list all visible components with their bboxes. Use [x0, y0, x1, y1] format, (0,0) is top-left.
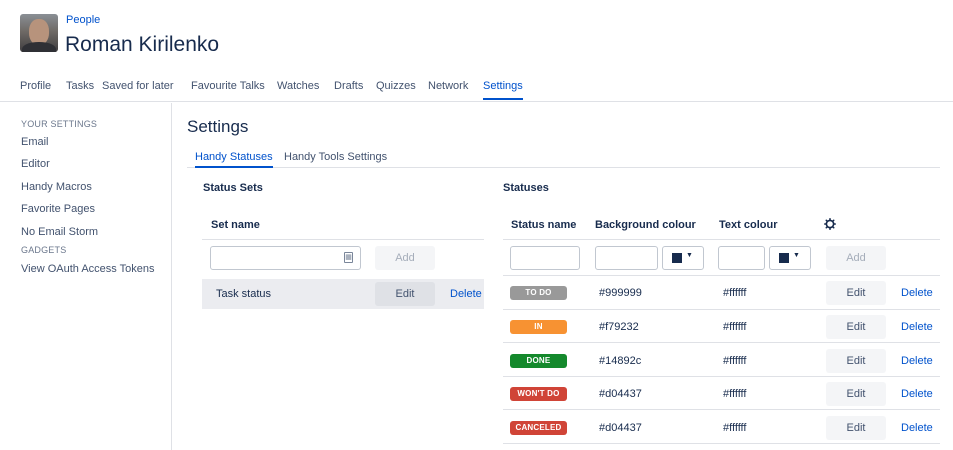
sidebar-item-favorite-pages[interactable]: Favorite Pages [21, 203, 95, 215]
background-colour-value: #d04437 [599, 422, 642, 434]
status-lozenge-todo: TO DO [510, 286, 567, 300]
divider [503, 239, 940, 240]
text-colour-value: #ffffff [723, 422, 747, 434]
text-colour-column: Text colour [719, 219, 778, 231]
edit-status-button[interactable]: Edit [826, 281, 886, 305]
gear-icon[interactable] [824, 218, 836, 230]
profile-nav: Profile Tasks Saved for later Favourite … [0, 74, 953, 102]
tab-tasks[interactable]: Tasks [66, 80, 94, 100]
text-colour-input[interactable] [718, 246, 765, 270]
tab-saved-for-later[interactable]: Saved for later [102, 80, 174, 100]
edit-set-button[interactable]: Edit [375, 282, 435, 306]
settings-subtabs: Handy Statuses Handy Tools Settings [187, 148, 940, 168]
add-set-button[interactable]: Add [375, 246, 435, 270]
edit-status-button[interactable]: Edit [826, 349, 886, 373]
text-colour-value: #ffffff [723, 321, 747, 333]
sidebar-heading-your-settings: YOUR SETTINGS [21, 119, 98, 129]
status-name-input[interactable] [510, 246, 580, 270]
set-name: Task status [216, 288, 272, 300]
text-colour-value: #ffffff [723, 355, 747, 367]
add-status-button[interactable]: Add [826, 246, 886, 270]
edit-status-button[interactable]: Edit [826, 315, 886, 339]
set-name-column: Set name [211, 219, 260, 231]
sidebar-item-email[interactable]: Email [21, 136, 49, 148]
divider [202, 239, 484, 240]
table-row[interactable]: Task status Edit Delete [202, 279, 484, 309]
page-title: Roman Kirilenko [65, 33, 220, 56]
breadcrumb-people[interactable]: People [66, 14, 100, 26]
edit-status-button[interactable]: Edit [826, 382, 886, 406]
delete-status-link[interactable]: Delete [901, 355, 933, 367]
delete-status-link[interactable]: Delete [901, 287, 933, 299]
background-colour-value: #d04437 [599, 388, 642, 400]
statuses-heading: Statuses [503, 182, 549, 194]
settings-title: Settings [187, 117, 249, 136]
divider [503, 376, 940, 377]
background-colour-value: #999999 [599, 287, 642, 299]
avatar-shoulders [22, 42, 56, 52]
divider [503, 309, 940, 310]
status-lozenge-in-progress: IN PROGRESS [510, 320, 567, 345]
status-lozenge-wont-do: WON'T DO [510, 387, 567, 401]
background-colour-column: Background colour [595, 219, 696, 231]
set-name-input[interactable] [210, 246, 361, 270]
status-lozenge-done: DONE [510, 354, 567, 368]
divider [503, 409, 940, 410]
sidebar-item-oauth-tokens[interactable]: View OAuth Access Tokens [21, 263, 155, 275]
background-colour-input[interactable] [595, 246, 658, 270]
tab-handy-tools-settings[interactable]: Handy Tools Settings [284, 151, 387, 167]
text-colour-value: #ffffff [723, 287, 747, 299]
tab-profile[interactable]: Profile [20, 80, 51, 100]
divider [503, 342, 940, 343]
settings-sidebar: YOUR SETTINGS Email Editor Handy Macros … [0, 103, 172, 450]
tab-watches[interactable]: Watches [277, 80, 319, 100]
background-colour-value: #f79232 [599, 321, 639, 333]
delete-status-link[interactable]: Delete [901, 422, 933, 434]
chevron-down-icon: ▼ [793, 252, 800, 259]
text-colour-value: #ffffff [723, 388, 747, 400]
status-lozenge-canceled: CANCELED [510, 421, 567, 435]
tab-handy-statuses[interactable]: Handy Statuses [195, 151, 273, 168]
sidebar-item-no-email-storm[interactable]: No Email Storm [21, 226, 98, 238]
sidebar-item-handy-macros[interactable]: Handy Macros [21, 181, 92, 193]
delete-status-link[interactable]: Delete [901, 388, 933, 400]
colour-swatch [779, 253, 789, 263]
sidebar-heading-gadgets: GADGETS [21, 245, 67, 255]
tab-settings[interactable]: Settings [483, 80, 523, 100]
profile-header: People Roman Kirilenko [0, 0, 953, 72]
sidebar-item-editor[interactable]: Editor [21, 158, 50, 170]
avatar[interactable] [20, 14, 58, 52]
background-colour-value: #14892c [599, 355, 642, 367]
chevron-down-icon: ▼ [686, 252, 693, 259]
delete-set-link[interactable]: Delete [450, 288, 482, 300]
text-colour-picker[interactable]: ▼ [769, 246, 811, 270]
tab-drafts[interactable]: Drafts [334, 80, 363, 100]
colour-swatch [672, 253, 682, 263]
divider [503, 443, 940, 444]
calendar-icon[interactable]: ▦ [344, 252, 353, 263]
tab-favourite-talks[interactable]: Favourite Talks [191, 80, 265, 100]
edit-status-button[interactable]: Edit [826, 416, 886, 440]
background-colour-picker[interactable]: ▼ [662, 246, 704, 270]
tab-network[interactable]: Network [428, 80, 468, 100]
status-sets-heading: Status Sets [203, 182, 263, 194]
tab-quizzes[interactable]: Quizzes [376, 80, 416, 100]
status-name-column: Status name [511, 219, 577, 231]
divider [503, 275, 940, 276]
delete-status-link[interactable]: Delete [901, 321, 933, 333]
